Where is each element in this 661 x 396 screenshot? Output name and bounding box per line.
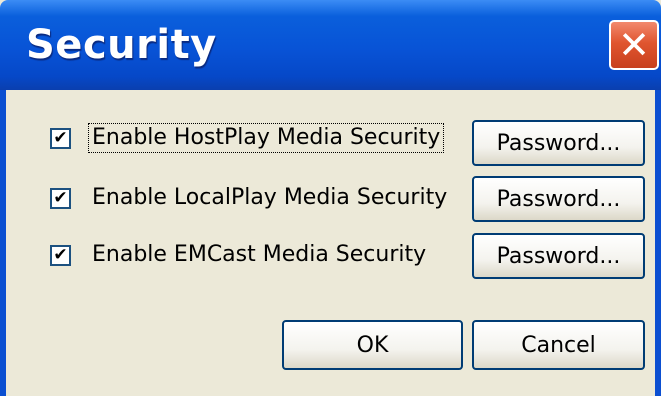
option-row-emcast: ✔ Enable EMCast Media Security: [50, 235, 429, 275]
cancel-button[interactable]: Cancel: [472, 320, 645, 370]
emcast-security-checkbox[interactable]: ✔: [50, 244, 71, 266]
option-row-hostplay: ✔ Enable HostPlay Media Security: [50, 118, 445, 158]
hostplay-password-button[interactable]: Password...: [472, 120, 645, 166]
checkmark-icon: ✔: [53, 127, 68, 148]
hostplay-security-label[interactable]: Enable HostPlay Media Security: [87, 123, 445, 153]
checkmark-icon: ✔: [53, 244, 68, 265]
close-button[interactable]: ✕: [609, 20, 659, 70]
hostplay-security-checkbox[interactable]: ✔: [50, 127, 71, 149]
option-row-localplay: ✔ Enable LocalPlay Media Security: [50, 178, 450, 218]
button-label: Password...: [496, 130, 621, 156]
button-label: Password...: [496, 243, 621, 269]
button-label: Password...: [496, 186, 621, 212]
button-label: Cancel: [521, 332, 596, 358]
localplay-password-button[interactable]: Password...: [472, 176, 645, 222]
dialog-content: ✔ Enable HostPlay Media Security Passwor…: [6, 90, 655, 396]
title-bar[interactable]: Security ✕: [0, 0, 661, 90]
emcast-security-label[interactable]: Enable EMCast Media Security: [89, 241, 429, 269]
ok-button[interactable]: OK: [282, 320, 463, 370]
close-icon: ✕: [618, 23, 650, 67]
button-label: OK: [356, 332, 389, 358]
security-dialog: Security ✕ ✔ Enable HostPlay Media Secur…: [0, 0, 661, 396]
checkmark-icon: ✔: [53, 187, 68, 208]
localplay-security-label[interactable]: Enable LocalPlay Media Security: [89, 184, 450, 212]
localplay-security-checkbox[interactable]: ✔: [50, 187, 71, 209]
window-title: Security: [26, 22, 217, 68]
emcast-password-button[interactable]: Password...: [472, 233, 645, 279]
window-frame-right: [655, 90, 661, 396]
